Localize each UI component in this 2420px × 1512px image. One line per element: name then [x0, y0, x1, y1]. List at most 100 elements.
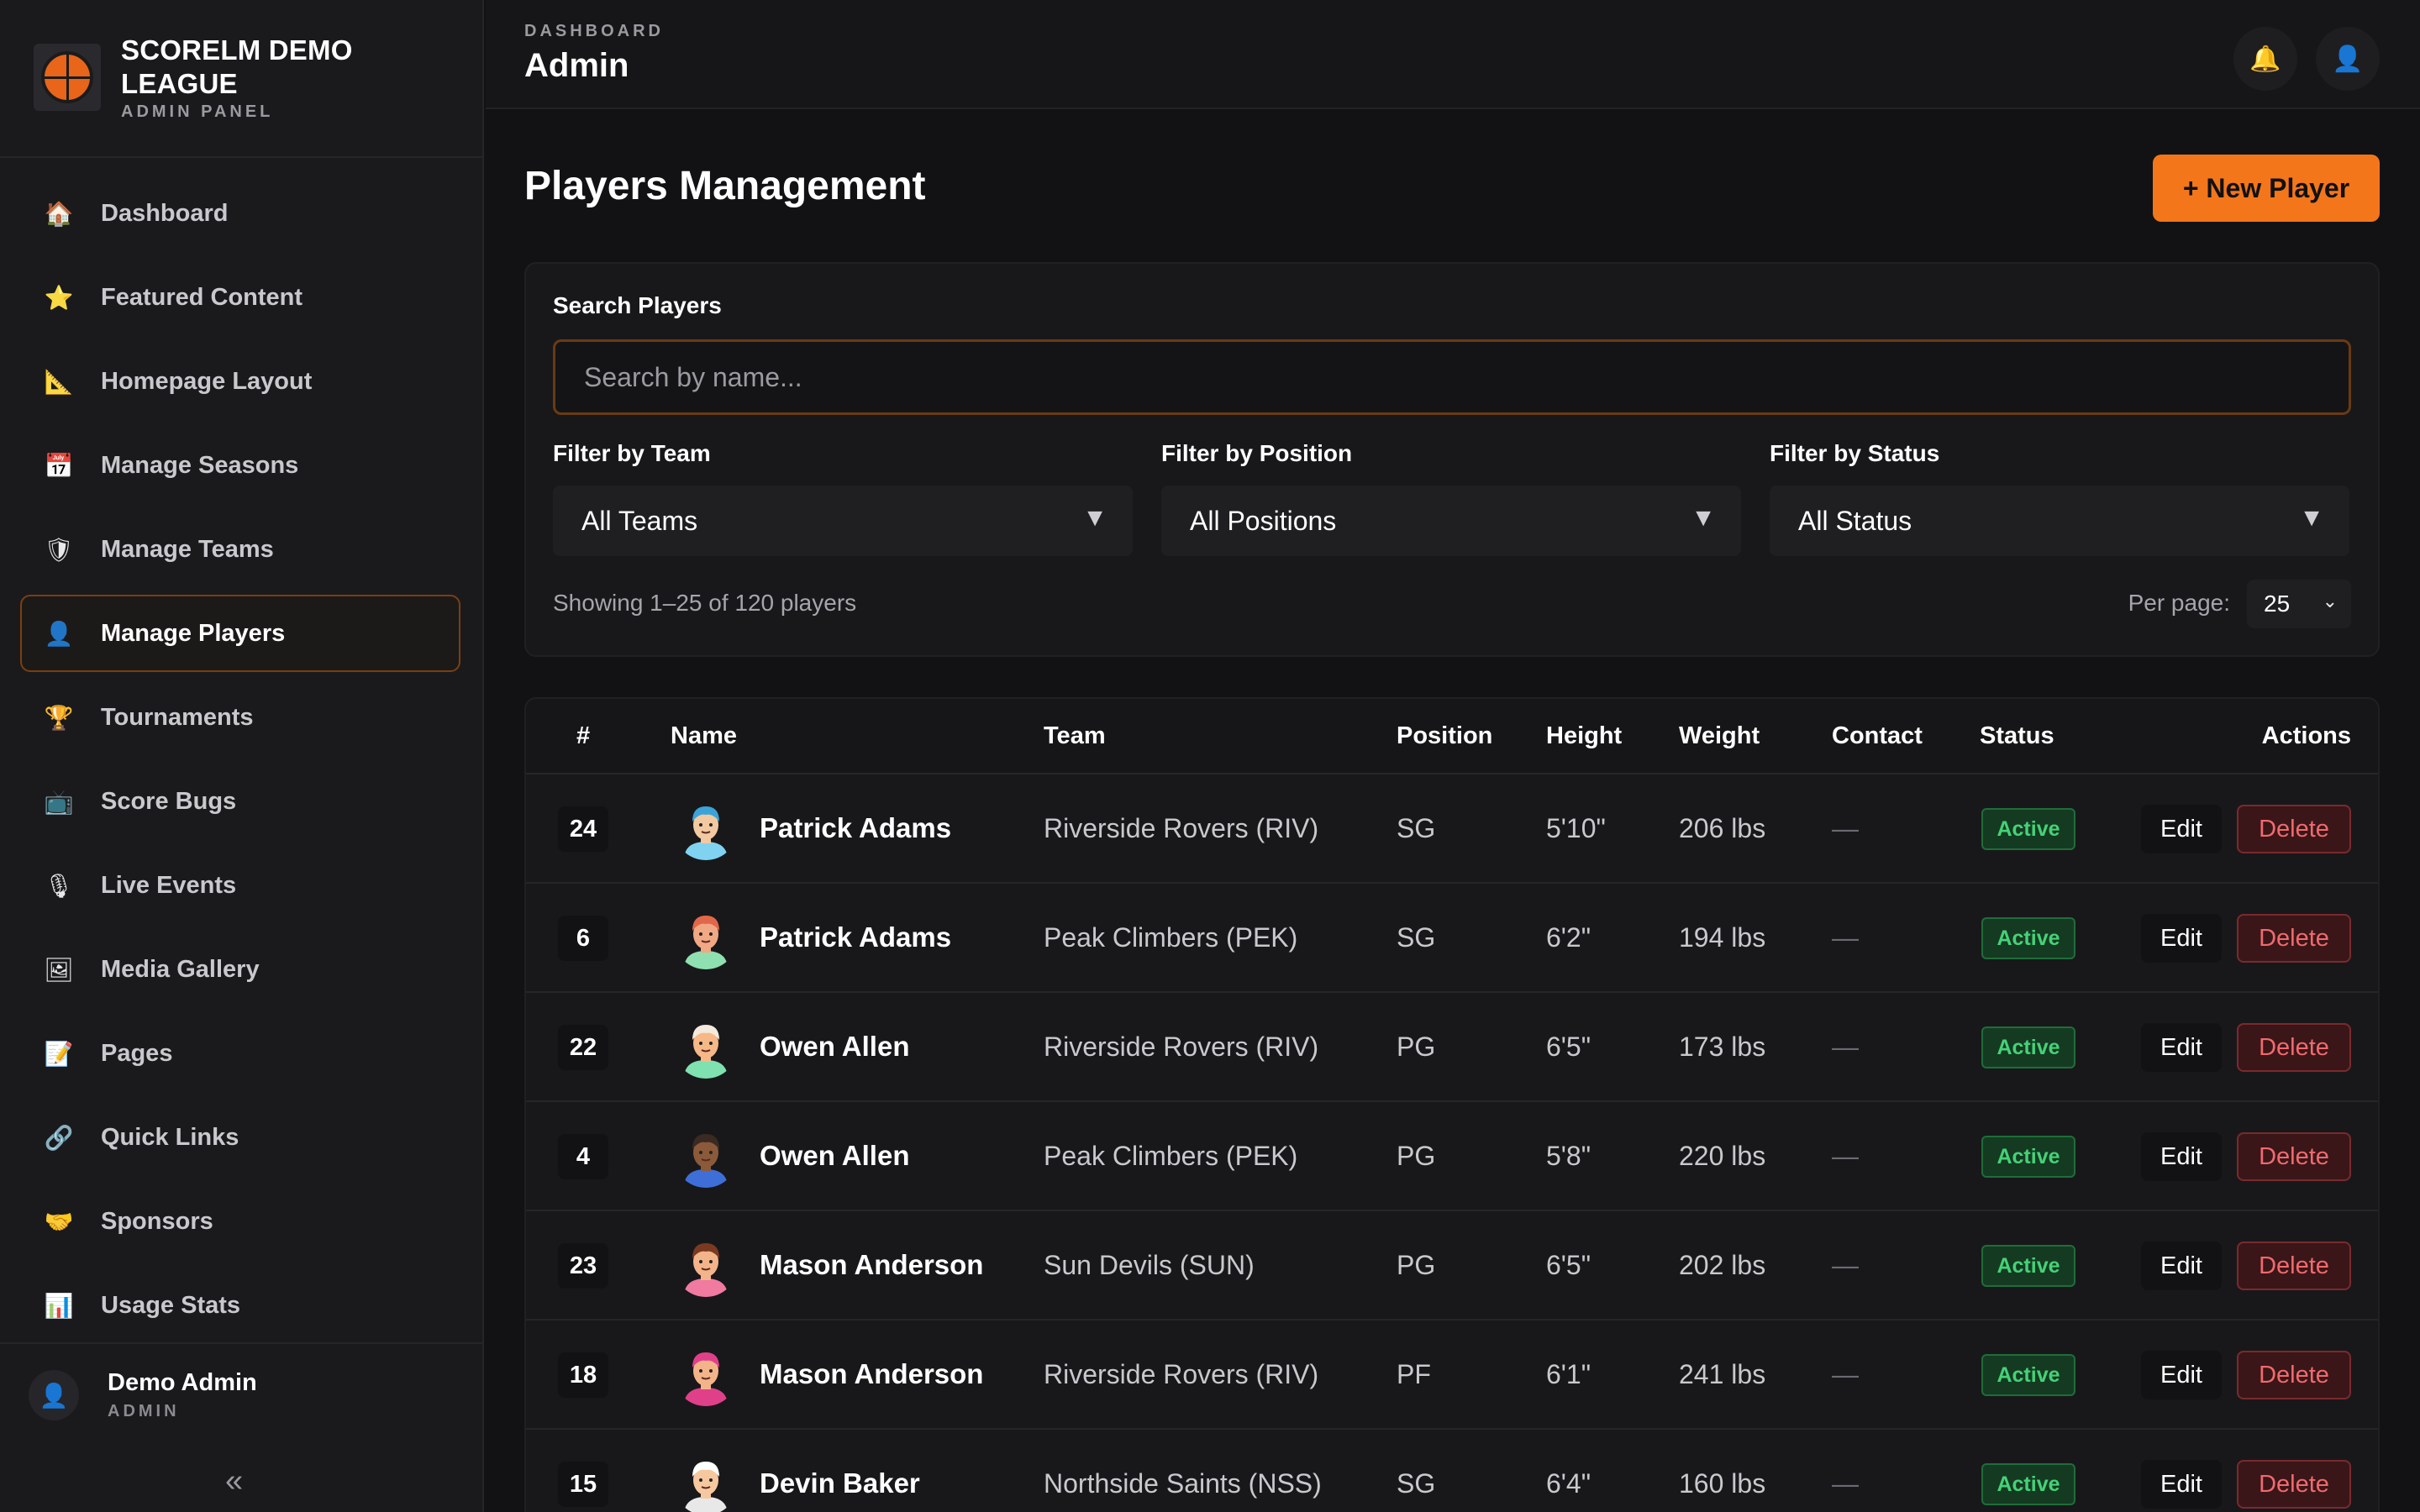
player-team: Riverside Rovers (RIV) [1044, 1031, 1319, 1062]
sidebar-item-label: Media Gallery [101, 955, 260, 983]
table-row[interactable]: 6 Patrick Adams Peak Climbers (PEK) SG 6'2" 1… [526, 884, 2378, 993]
sidebar-item-quick-links[interactable]: 🔗 Quick Links [20, 1099, 460, 1176]
edit-button[interactable]: Edit [2141, 805, 2222, 853]
team-filter-select[interactable]: All Teams ▼ [553, 486, 1133, 556]
player-position: SG [1397, 1467, 1436, 1499]
delete-button[interactable]: Delete [2237, 1351, 2351, 1399]
player-avatar [674, 796, 738, 860]
player-avatar [674, 1233, 738, 1297]
sidebar-item-featured-content[interactable]: ⭐ Featured Content [20, 259, 460, 336]
player-name[interactable]: Mason Anderson [760, 1320, 983, 1428]
player-avatar [674, 1124, 738, 1188]
sidebar-item-pages[interactable]: 📝 Pages [20, 1015, 460, 1092]
player-height: 5'10" [1546, 812, 1606, 843]
notifications-button[interactable]: 🔔 [2233, 27, 2297, 91]
delete-button[interactable]: Delete [2237, 1132, 2351, 1181]
per-page-select[interactable]: 25 ⌄ [2247, 580, 2351, 628]
sidebar-item-score-bugs[interactable]: 📺 Score Bugs [20, 763, 460, 840]
edit-button[interactable]: Edit [2141, 1351, 2222, 1399]
topbar: DASHBOARD Admin 🔔 👤 [486, 0, 2420, 109]
delete-button[interactable]: Delete [2237, 1242, 2351, 1290]
player-name[interactable]: Patrick Adams [760, 774, 951, 882]
column-header-contact[interactable]: Contact [1832, 722, 1923, 750]
bar-chart-icon: 📊 [44, 1292, 74, 1319]
player-name[interactable]: Mason Anderson [760, 1211, 983, 1319]
sidebar-item-usage-stats[interactable]: 📊 Usage Stats [20, 1267, 460, 1344]
player-name[interactable]: Owen Allen [760, 1102, 909, 1210]
profile-button[interactable]: 👤 [2316, 27, 2380, 91]
table-row[interactable]: 4 Owen Allen Peak Climbers (PEK) PG 5'8" 220 … [526, 1102, 2378, 1211]
user-profile[interactable]: 👤 Demo Admin ADMIN [29, 1369, 257, 1421]
player-name[interactable]: Owen Allen [760, 993, 909, 1100]
sidebar-item-label: Sponsors [101, 1207, 213, 1235]
user-name: Demo Admin [108, 1369, 257, 1396]
table-row[interactable]: 22 Owen Allen Riverside Rovers (RIV) PG 6'5"… [526, 993, 2378, 1102]
table-row[interactable]: 15 Devin Baker Northside Saints (NSS) SG 6'4… [526, 1430, 2378, 1512]
sidebar-item-label: Pages [101, 1039, 173, 1067]
delete-button[interactable]: Delete [2237, 914, 2351, 963]
sidebar-item-label: Dashboard [101, 199, 229, 227]
player-position: PG [1397, 1031, 1436, 1062]
edit-button[interactable]: Edit [2141, 914, 2222, 963]
sidebar-item-label: Manage Teams [101, 535, 274, 563]
column-header-status[interactable]: Status [1980, 722, 2054, 750]
status-badge: Active [1981, 1463, 2075, 1505]
results-count: Showing 1–25 of 120 players [553, 590, 857, 616]
sidebar-item-tournaments[interactable]: 🏆 Tournaments [20, 679, 460, 756]
status-filter-select[interactable]: All Status ▼ [1770, 486, 2349, 556]
sidebar-item-dashboard[interactable]: 🏠 Dashboard [20, 175, 460, 252]
breadcrumb[interactable]: DASHBOARD [524, 22, 664, 41]
player-name[interactable]: Patrick Adams [760, 884, 951, 991]
column-header-number[interactable]: # [576, 722, 590, 750]
sidebar-item-homepage-layout[interactable]: 📐 Homepage Layout [20, 343, 460, 420]
player-team: Peak Climbers (PEK) [1044, 1140, 1298, 1171]
position-filter-value: All Positions [1190, 505, 1337, 536]
player-contact: — [1832, 1031, 1859, 1062]
tv-icon: 📺 [44, 788, 74, 815]
basketball-logo-icon [34, 44, 101, 111]
player-position: PF [1397, 1358, 1431, 1389]
delete-button[interactable]: Delete [2237, 1460, 2351, 1509]
edit-button[interactable]: Edit [2141, 1023, 2222, 1072]
player-position: PG [1397, 1140, 1436, 1171]
player-weight: 194 lbs [1679, 921, 1766, 953]
ruler-icon: 📐 [44, 368, 74, 395]
search-label: Search Players [553, 292, 722, 318]
column-header-height[interactable]: Height [1546, 722, 1622, 750]
player-name[interactable]: Devin Baker [760, 1430, 920, 1512]
sidebar-nav: 🏠 Dashboard ⭐ Featured Content 📐 Homepage Lay… [20, 175, 460, 1351]
table-row[interactable]: 24 Patrick Adams Riverside Rovers (RIV) SG 5… [526, 774, 2378, 884]
player-position: SG [1397, 921, 1436, 953]
position-filter-select[interactable]: All Positions ▼ [1161, 486, 1741, 556]
sidebar-item-manage-seasons[interactable]: 📅 Manage Seasons [20, 427, 460, 504]
player-weight: 173 lbs [1679, 1031, 1766, 1062]
player-weight: 241 lbs [1679, 1358, 1766, 1389]
edit-button[interactable]: Edit [2141, 1132, 2222, 1181]
table-row[interactable]: 23 Mason Anderson Sun Devils (SUN) PG 6'5" 20… [526, 1211, 2378, 1320]
column-header-position[interactable]: Position [1397, 722, 1492, 750]
delete-button[interactable]: Delete [2237, 1023, 2351, 1072]
player-position: SG [1397, 812, 1436, 843]
collapse-sidebar-icon[interactable]: « [225, 1463, 243, 1499]
sidebar-item-manage-players[interactable]: 👤 Manage Players [20, 595, 460, 672]
star-icon: ⭐ [44, 284, 74, 311]
brand-title: SCORELM DEMO LEAGUE [121, 34, 353, 99]
sidebar-item-live-events[interactable]: 🎙 Live Events [20, 847, 460, 924]
player-height: 6'2" [1546, 921, 1591, 953]
column-header-team[interactable]: Team [1044, 722, 1106, 750]
edit-button[interactable]: Edit [2141, 1460, 2222, 1509]
delete-button[interactable]: Delete [2237, 805, 2351, 853]
new-player-button[interactable]: + New Player [2153, 155, 2380, 222]
sidebar-item-sponsors[interactable]: 🤝 Sponsors [20, 1183, 460, 1260]
column-header-weight[interactable]: Weight [1679, 722, 1760, 750]
brand[interactable]: SCORELM DEMO LEAGUE ADMIN PANEL [34, 34, 466, 126]
sidebar-item-media-gallery[interactable]: 🖼 Media Gallery [20, 931, 460, 1008]
edit-button[interactable]: Edit [2141, 1242, 2222, 1290]
search-input[interactable] [553, 339, 2351, 415]
column-header-name[interactable]: Name [671, 722, 737, 750]
sidebar-item-manage-teams[interactable]: 🛡 Manage Teams [20, 511, 460, 588]
handshake-icon: 🤝 [44, 1208, 74, 1235]
player-weight: 160 lbs [1679, 1467, 1766, 1499]
table-row[interactable]: 18 Mason Anderson Riverside Rovers (RIV) PF… [526, 1320, 2378, 1430]
player-weight: 202 lbs [1679, 1249, 1766, 1280]
